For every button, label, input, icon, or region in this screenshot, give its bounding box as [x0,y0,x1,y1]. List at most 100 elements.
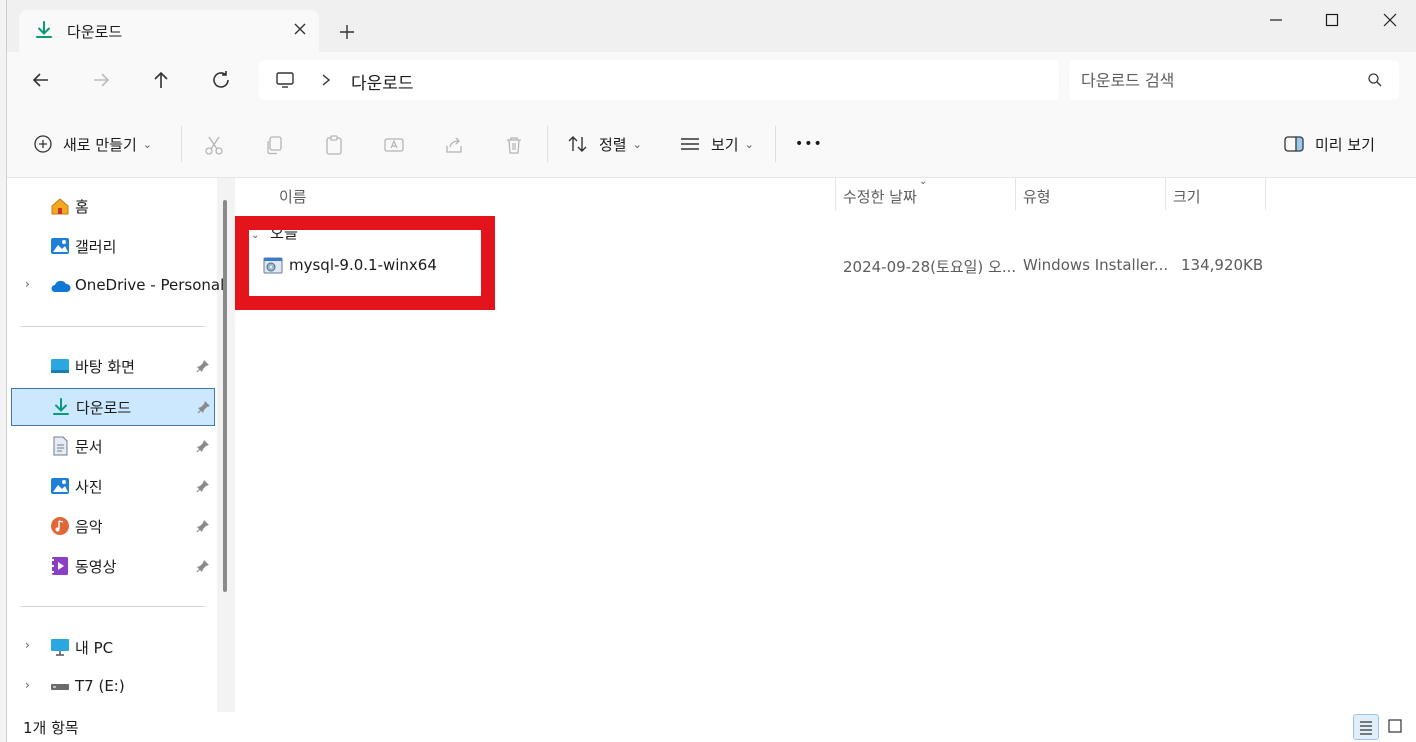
pin-icon[interactable] [195,518,211,534]
desktop-icon [49,355,71,377]
music-icon [49,515,71,537]
sidebar-divider [21,326,205,327]
tab-title: 다운로드 [67,23,123,41]
chevron-right-icon[interactable]: › [25,277,30,291]
back-arrow-icon[interactable] [29,68,53,92]
sidebar-item-downloads[interactable]: 다운로드 [11,388,215,426]
sidebar-item-label: 홈 [75,198,89,216]
sidebar-item-pictures[interactable]: 사진 [11,468,215,504]
computer-icon [49,636,71,658]
chevron-down-icon: ⌄ [142,137,152,151]
new-button-label: 새로 만들기 [63,135,137,154]
sidebar-item-label: 갤러리 [75,238,117,256]
sidebar-item-music[interactable]: 음악 [11,508,215,544]
pin-icon[interactable] [195,358,211,374]
pin-icon[interactable] [195,558,211,574]
sidebar-item-gallery[interactable]: 갤러리 [11,228,215,264]
view-lines-icon [679,133,701,155]
group-header-today[interactable]: ⌄ 오늘 [251,222,298,243]
details-view-button[interactable] [1353,714,1379,740]
up-arrow-icon[interactable] [149,68,173,92]
search-input[interactable] [1081,66,1351,94]
tab-downloads[interactable]: 다운로드 [19,10,319,52]
cut-icon[interactable] [203,134,225,156]
gallery-icon [49,235,71,257]
sidebar-item-label: 동영상 [75,558,117,576]
item-count: 1개 항목 [23,719,79,737]
rename-icon[interactable] [383,134,405,156]
new-tab-button[interactable] [337,22,357,42]
forward-arrow-icon[interactable] [89,68,113,92]
sidebar-item-videos[interactable]: 동영상 [11,548,215,584]
sort-label: 정렬 [599,135,627,154]
chevron-right-icon [319,72,333,88]
download-icon [33,19,55,41]
view-label: 보기 [711,135,739,154]
home-icon [49,195,71,217]
more-options-button[interactable]: ••• [795,130,823,158]
maximize-button[interactable] [1309,8,1355,32]
pin-icon[interactable] [195,438,211,454]
minimize-button[interactable] [1253,8,1299,32]
column-header-name[interactable]: 이름 [271,178,831,210]
new-button[interactable]: 새로 만들기 ⌄ [33,130,152,158]
breadcrumb[interactable]: 다운로드 [351,69,414,94]
sidebar-item-this-pc[interactable]: › 내 PC [11,629,215,665]
sidebar-item-label: 사진 [75,478,103,496]
view-button[interactable]: 보기 ⌄ [679,130,754,158]
sort-button[interactable]: 정렬 ⌄ [567,130,642,158]
sidebar-item-label: 바탕 화면 [75,358,135,376]
copy-icon[interactable] [263,134,285,156]
sidebar-item-home[interactable]: 홈 [11,188,215,224]
close-window-button[interactable] [1367,8,1413,32]
installer-file-icon [263,256,283,276]
sidebar-divider [21,606,205,607]
column-divider[interactable] [1265,178,1266,210]
tiles-view-button[interactable] [1383,714,1409,740]
paste-icon[interactable] [323,134,345,156]
refresh-icon[interactable] [209,68,233,92]
file-explorer-window: 다운로드 다운로드 다운로드 검색 새로 만들기 ⌄ 정렬 ⌄ 보기 ⌄ •••… [6,0,1416,742]
pin-icon[interactable] [195,478,211,494]
pictures-icon [49,475,71,497]
sidebar-item-desktop[interactable]: 바탕 화면 [11,348,215,384]
sidebar-item-label: T7 (E:) [75,677,125,695]
column-header-size[interactable]: 크기 [1165,178,1265,210]
toolbar-divider [181,126,182,162]
chevron-right-icon[interactable]: › [25,638,30,652]
search-icon[interactable] [1367,72,1383,88]
toolbar-divider [547,126,548,162]
search-box[interactable] [1069,60,1399,100]
chevron-right-icon[interactable]: › [25,678,30,692]
address-bar[interactable]: 다운로드 [259,60,1059,100]
file-type: Windows Installer... [1023,256,1169,274]
sidebar-item-label: 문서 [75,438,103,456]
title-bar: 다운로드 [7,0,1416,52]
table-row[interactable]: mysql-9.0.1-winx64 2024-09-28(토요일) 오... … [235,248,1416,284]
sidebar-item-drive[interactable]: › T7 (E:) [11,669,215,705]
sidebar-scrollbar-thumb[interactable] [223,200,227,592]
preview-pane-button[interactable]: 미리 보기 [1283,130,1375,158]
details-view-icon [1360,721,1372,735]
drive-icon [49,676,71,698]
toolbar-divider [775,126,776,162]
document-icon [49,435,71,457]
column-header-type[interactable]: 유형 [1015,178,1165,210]
sort-descending-icon: ⌄ [919,176,928,187]
chevron-down-icon: ⌄ [251,230,260,241]
close-tab-icon[interactable] [291,20,309,38]
sidebar-item-documents[interactable]: 문서 [11,428,215,464]
file-name: mysql-9.0.1-winx64 [289,256,437,274]
video-icon [49,555,71,577]
more-icon: ••• [795,136,823,152]
sidebar-item-onedrive[interactable]: › OneDrive - Personal [11,268,224,304]
delete-icon[interactable] [503,134,525,156]
sidebar-item-label: 다운로드 [76,399,132,417]
command-bar: 새로 만들기 ⌄ 정렬 ⌄ 보기 ⌄ ••• 미리 보기 [7,110,1416,178]
pin-icon[interactable] [196,399,212,415]
sidebar-item-label: 음악 [75,518,103,536]
share-icon[interactable] [443,134,465,156]
file-size: 134,920KB [1181,256,1264,274]
chevron-down-icon: ⌄ [632,137,642,151]
computer-icon [275,70,295,90]
